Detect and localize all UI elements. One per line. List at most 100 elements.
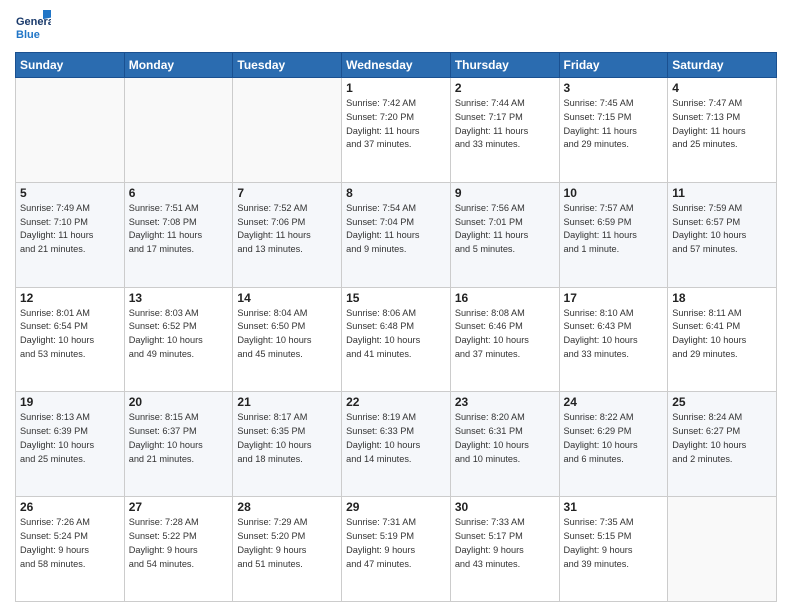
logo-svg: General Blue: [15, 10, 51, 46]
day-number: 9: [455, 186, 555, 200]
day-number: 2: [455, 81, 555, 95]
day-info: Sunrise: 8:17 AM Sunset: 6:35 PM Dayligh…: [237, 411, 337, 466]
header: General Blue: [15, 10, 777, 46]
calendar-cell: 29 Sunrise: 7:31 AM Sunset: 5:19 PM Dayli…: [342, 497, 451, 602]
day-info: Sunrise: 7:47 AM Sunset: 7:13 PM Dayligh…: [672, 97, 772, 152]
calendar-cell: 5Sunrise: 7:49 AM Sunset: 7:10 PM Daylig…: [16, 182, 125, 287]
calendar-cell: 10 Sunrise: 7:57 AM Sunset: 6:59 PM Dayli…: [559, 182, 668, 287]
calendar-cell: [233, 78, 342, 183]
calendar-cell: 16 Sunrise: 8:08 AM Sunset: 6:46 PM Dayli…: [450, 287, 559, 392]
day-number: 30: [455, 500, 555, 514]
calendar-cell: 27 Sunrise: 7:28 AM Sunset: 5:22 PM Dayli…: [124, 497, 233, 602]
day-info: Sunrise: 7:54 AM Sunset: 7:04 PM Dayligh…: [346, 202, 446, 257]
calendar: SundayMondayTuesdayWednesdayThursdayFrid…: [15, 52, 777, 602]
day-number: 8: [346, 186, 446, 200]
weekday-header-saturday: Saturday: [668, 53, 777, 78]
day-info: Sunrise: 7:52 AM Sunset: 7:06 PM Dayligh…: [237, 202, 337, 257]
day-info: Sunrise: 8:19 AM Sunset: 6:33 PM Dayligh…: [346, 411, 446, 466]
calendar-cell: 18 Sunrise: 8:11 AM Sunset: 6:41 PM Dayli…: [668, 287, 777, 392]
calendar-cell: 14 Sunrise: 8:04 AM Sunset: 6:50 PM Dayli…: [233, 287, 342, 392]
logo: General Blue: [15, 10, 51, 46]
weekday-header-thursday: Thursday: [450, 53, 559, 78]
day-info: Sunrise: 7:59 AM Sunset: 6:57 PM Dayligh…: [672, 202, 772, 257]
calendar-cell: 19 Sunrise: 8:13 AM Sunset: 6:39 PM Dayli…: [16, 392, 125, 497]
calendar-cell: 12 Sunrise: 8:01 AM Sunset: 6:54 PM Dayli…: [16, 287, 125, 392]
calendar-cell: 7 Sunrise: 7:52 AM Sunset: 7:06 PM Daylig…: [233, 182, 342, 287]
weekday-header-monday: Monday: [124, 53, 233, 78]
calendar-cell: [124, 78, 233, 183]
day-number: 6: [129, 186, 229, 200]
calendar-cell: 31Sunrise: 7:35 AM Sunset: 5:15 PM Dayli…: [559, 497, 668, 602]
calendar-cell: 17 Sunrise: 8:10 AM Sunset: 6:43 PM Dayli…: [559, 287, 668, 392]
day-info: Sunrise: 8:15 AM Sunset: 6:37 PM Dayligh…: [129, 411, 229, 466]
calendar-cell: 21 Sunrise: 8:17 AM Sunset: 6:35 PM Dayli…: [233, 392, 342, 497]
day-info: Sunrise: 7:29 AM Sunset: 5:20 PM Dayligh…: [237, 516, 337, 571]
day-info: Sunrise: 7:28 AM Sunset: 5:22 PM Dayligh…: [129, 516, 229, 571]
day-number: 29: [346, 500, 446, 514]
day-info: Sunrise: 7:44 AM Sunset: 7:17 PM Dayligh…: [455, 97, 555, 152]
day-number: 17: [564, 291, 664, 305]
day-info: Sunrise: 8:10 AM Sunset: 6:43 PM Dayligh…: [564, 307, 664, 362]
calendar-cell: 8 Sunrise: 7:54 AM Sunset: 7:04 PM Daylig…: [342, 182, 451, 287]
day-info: Sunrise: 7:31 AM Sunset: 5:19 PM Dayligh…: [346, 516, 446, 571]
calendar-cell: 26 Sunrise: 7:26 AM Sunset: 5:24 PM Dayli…: [16, 497, 125, 602]
day-number: 21: [237, 395, 337, 409]
calendar-week-row: 26 Sunrise: 7:26 AM Sunset: 5:24 PM Dayli…: [16, 497, 777, 602]
day-info: Sunrise: 8:03 AM Sunset: 6:52 PM Dayligh…: [129, 307, 229, 362]
calendar-cell: 30 Sunrise: 7:33 AM Sunset: 5:17 PM Dayli…: [450, 497, 559, 602]
day-number: 12: [20, 291, 120, 305]
svg-text:Blue: Blue: [16, 29, 40, 41]
calendar-cell: 1Sunrise: 7:42 AM Sunset: 7:20 PM Daylig…: [342, 78, 451, 183]
day-number: 13: [129, 291, 229, 305]
day-number: 1: [346, 81, 446, 95]
day-info: Sunrise: 7:56 AM Sunset: 7:01 PM Dayligh…: [455, 202, 555, 257]
day-info: Sunrise: 8:01 AM Sunset: 6:54 PM Dayligh…: [20, 307, 120, 362]
calendar-cell: 11Sunrise: 7:59 AM Sunset: 6:57 PM Dayli…: [668, 182, 777, 287]
day-number: 19: [20, 395, 120, 409]
page: General Blue SundayMondayTuesdayWednesda…: [0, 0, 792, 612]
day-number: 31: [564, 500, 664, 514]
day-number: 22: [346, 395, 446, 409]
day-number: 26: [20, 500, 120, 514]
calendar-cell: 13 Sunrise: 8:03 AM Sunset: 6:52 PM Dayli…: [124, 287, 233, 392]
day-number: 28: [237, 500, 337, 514]
calendar-week-row: 19 Sunrise: 8:13 AM Sunset: 6:39 PM Dayli…: [16, 392, 777, 497]
calendar-week-row: 12 Sunrise: 8:01 AM Sunset: 6:54 PM Dayli…: [16, 287, 777, 392]
day-number: 20: [129, 395, 229, 409]
day-number: 18: [672, 291, 772, 305]
day-info: Sunrise: 8:08 AM Sunset: 6:46 PM Dayligh…: [455, 307, 555, 362]
day-number: 16: [455, 291, 555, 305]
day-info: Sunrise: 8:20 AM Sunset: 6:31 PM Dayligh…: [455, 411, 555, 466]
day-info: Sunrise: 7:26 AM Sunset: 5:24 PM Dayligh…: [20, 516, 120, 571]
calendar-cell: 6 Sunrise: 7:51 AM Sunset: 7:08 PM Daylig…: [124, 182, 233, 287]
calendar-cell: 25 Sunrise: 8:24 AM Sunset: 6:27 PM Dayli…: [668, 392, 777, 497]
day-info: Sunrise: 7:57 AM Sunset: 6:59 PM Dayligh…: [564, 202, 664, 257]
calendar-cell: 15Sunrise: 8:06 AM Sunset: 6:48 PM Dayli…: [342, 287, 451, 392]
day-info: Sunrise: 8:22 AM Sunset: 6:29 PM Dayligh…: [564, 411, 664, 466]
day-number: 24: [564, 395, 664, 409]
day-number: 27: [129, 500, 229, 514]
calendar-cell: 23Sunrise: 8:20 AM Sunset: 6:31 PM Dayli…: [450, 392, 559, 497]
weekday-header-friday: Friday: [559, 53, 668, 78]
day-info: Sunrise: 7:33 AM Sunset: 5:17 PM Dayligh…: [455, 516, 555, 571]
calendar-cell: 4 Sunrise: 7:47 AM Sunset: 7:13 PM Daylig…: [668, 78, 777, 183]
weekday-header-tuesday: Tuesday: [233, 53, 342, 78]
day-info: Sunrise: 7:49 AM Sunset: 7:10 PM Dayligh…: [20, 202, 120, 257]
calendar-cell: 20 Sunrise: 8:15 AM Sunset: 6:37 PM Dayli…: [124, 392, 233, 497]
calendar-cell: [16, 78, 125, 183]
calendar-cell: [668, 497, 777, 602]
day-info: Sunrise: 8:24 AM Sunset: 6:27 PM Dayligh…: [672, 411, 772, 466]
calendar-cell: 3Sunrise: 7:45 AM Sunset: 7:15 PM Daylig…: [559, 78, 668, 183]
day-number: 10: [564, 186, 664, 200]
day-info: Sunrise: 8:11 AM Sunset: 6:41 PM Dayligh…: [672, 307, 772, 362]
day-number: 7: [237, 186, 337, 200]
day-number: 14: [237, 291, 337, 305]
day-info: Sunrise: 8:04 AM Sunset: 6:50 PM Dayligh…: [237, 307, 337, 362]
calendar-cell: 22 Sunrise: 8:19 AM Sunset: 6:33 PM Dayli…: [342, 392, 451, 497]
day-info: Sunrise: 8:13 AM Sunset: 6:39 PM Dayligh…: [20, 411, 120, 466]
weekday-header-wednesday: Wednesday: [342, 53, 451, 78]
day-number: 4: [672, 81, 772, 95]
day-number: 25: [672, 395, 772, 409]
calendar-cell: 24 Sunrise: 8:22 AM Sunset: 6:29 PM Dayli…: [559, 392, 668, 497]
day-info: Sunrise: 7:51 AM Sunset: 7:08 PM Dayligh…: [129, 202, 229, 257]
